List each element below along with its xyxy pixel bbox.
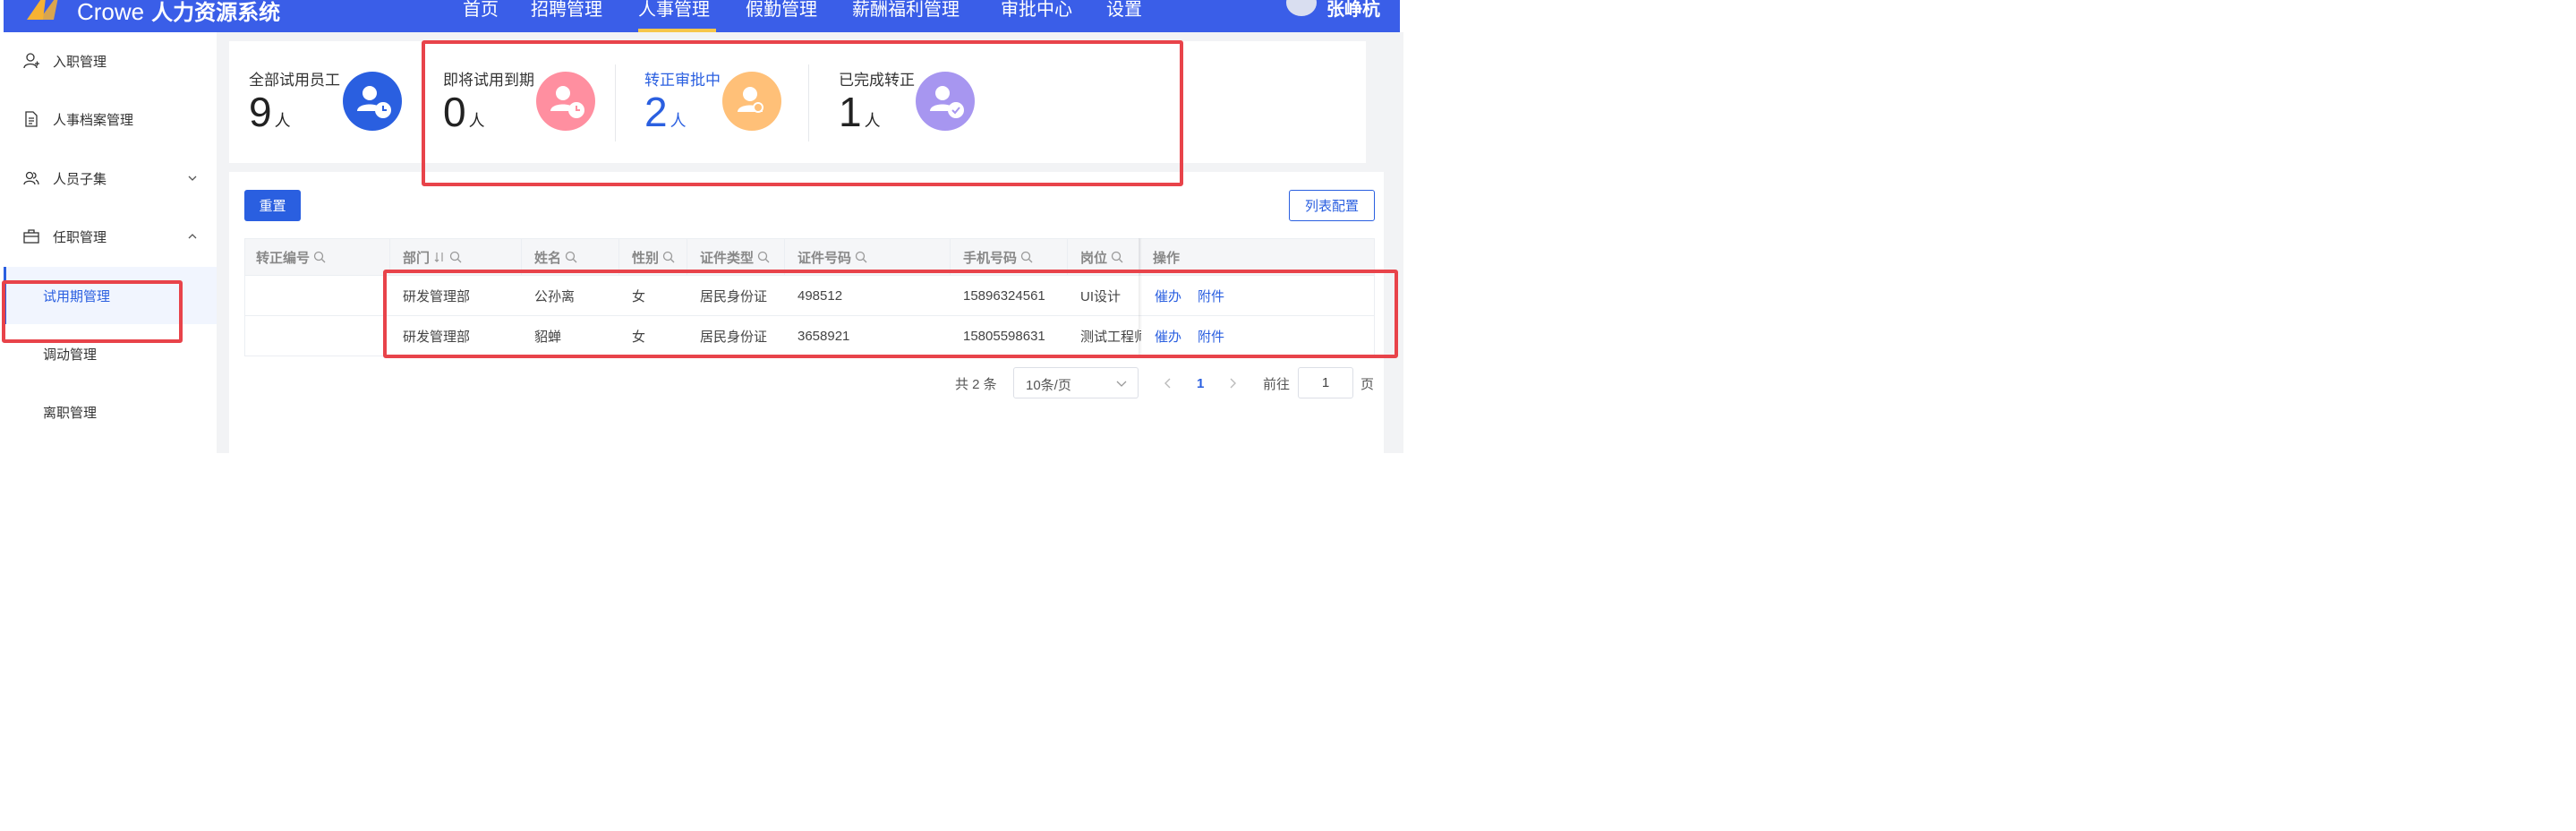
sort-icon[interactable] [433,251,446,263]
search-icon[interactable] [662,251,675,263]
chevron-up-icon [188,234,197,239]
document-icon [25,111,38,127]
nav-approval[interactable]: 审批中心 [1001,0,1072,21]
sidebar-label: 入职管理 [53,54,107,70]
stat-value-all: 9人 [249,89,291,135]
search-icon[interactable] [855,251,867,263]
sidebar-label: 调动管理 [43,347,98,363]
sidebar-item-archives[interactable]: 人事档案管理 [4,101,217,137]
page-size-value: 10条/页 [1026,378,1071,393]
chevron-down-icon [188,176,197,181]
sidebar-item-employment[interactable]: 任职管理 [4,218,217,254]
user-add-icon [23,53,39,69]
search-icon[interactable] [757,251,770,263]
app-window: Crowe 人力资源系统 首页 招聘管理 人事管理 假勤管理 薪酬福利管理 审批中… [0,0,1403,453]
sidebar-label: 离职管理 [43,406,98,421]
user-name[interactable]: 张峥杭 [1326,0,1380,21]
stat-label-all: 全部试用员工 [249,72,340,89]
brand-cn: 人力资源系统 [151,1,281,25]
crowe-logo-icon [27,0,58,20]
search-icon[interactable] [1111,251,1123,263]
pagination-total: 共 2 条 [955,376,997,392]
nav-settings[interactable]: 设置 [1106,0,1142,21]
prev-page-icon[interactable] [1163,377,1173,390]
next-page-icon[interactable] [1227,377,1238,390]
goto-page-input[interactable]: 1 [1298,367,1353,398]
sidebar-item-resignation[interactable]: 离职管理 [4,383,217,441]
sidebar: 入职管理 人事档案管理 人员子集 任职管理 试用期管理 调动管理 离职管理 [4,32,217,453]
sidebar-item-onboarding[interactable]: 入职管理 [4,43,217,79]
brand: Crowe 人力资源系统 [77,0,280,26]
nav-home[interactable]: 首页 [463,0,499,21]
nav-personnel[interactable]: 人事管理 [638,0,710,21]
nav-attendance[interactable]: 假勤管理 [746,0,817,21]
user-clock-icon [343,72,402,131]
brand-en: Crowe [77,0,145,25]
column-header-id[interactable]: 转正编号 [256,239,326,275]
sidebar-item-subsets[interactable]: 人员子集 [4,160,217,196]
list-config-button[interactable]: 列表配置 [1289,190,1375,221]
goto-label: 前往 [1263,376,1291,392]
sidebar-label: 人事档案管理 [53,112,134,128]
sidebar-label: 任职管理 [53,229,107,245]
top-header: Crowe 人力资源系统 首页 招聘管理 人事管理 假勤管理 薪酬福利管理 审批中… [4,0,1400,32]
nav-payroll[interactable]: 薪酬福利管理 [852,0,960,21]
search-icon[interactable] [449,251,462,263]
sidebar-label: 人员子集 [53,171,107,187]
user-avatar[interactable] [1286,0,1317,16]
reset-button[interactable]: 重置 [244,190,301,221]
page-suffix: 页 [1361,376,1375,392]
cell-id [246,316,389,356]
search-icon[interactable] [313,251,326,263]
page-size-select[interactable]: 10条/页 [1013,367,1139,398]
page-number-current[interactable]: 1 [1197,367,1204,399]
highlight-box-stats [422,40,1183,186]
highlight-box-sidebar [2,280,183,343]
users-icon [23,171,39,185]
search-icon[interactable] [1020,251,1033,263]
briefcase-icon [23,229,39,244]
nav-recruitment[interactable]: 招聘管理 [531,0,602,21]
highlight-box-rows [383,270,1398,358]
chevron-down-icon [1116,381,1127,387]
search-icon[interactable] [565,251,577,263]
cell-id [246,276,389,315]
